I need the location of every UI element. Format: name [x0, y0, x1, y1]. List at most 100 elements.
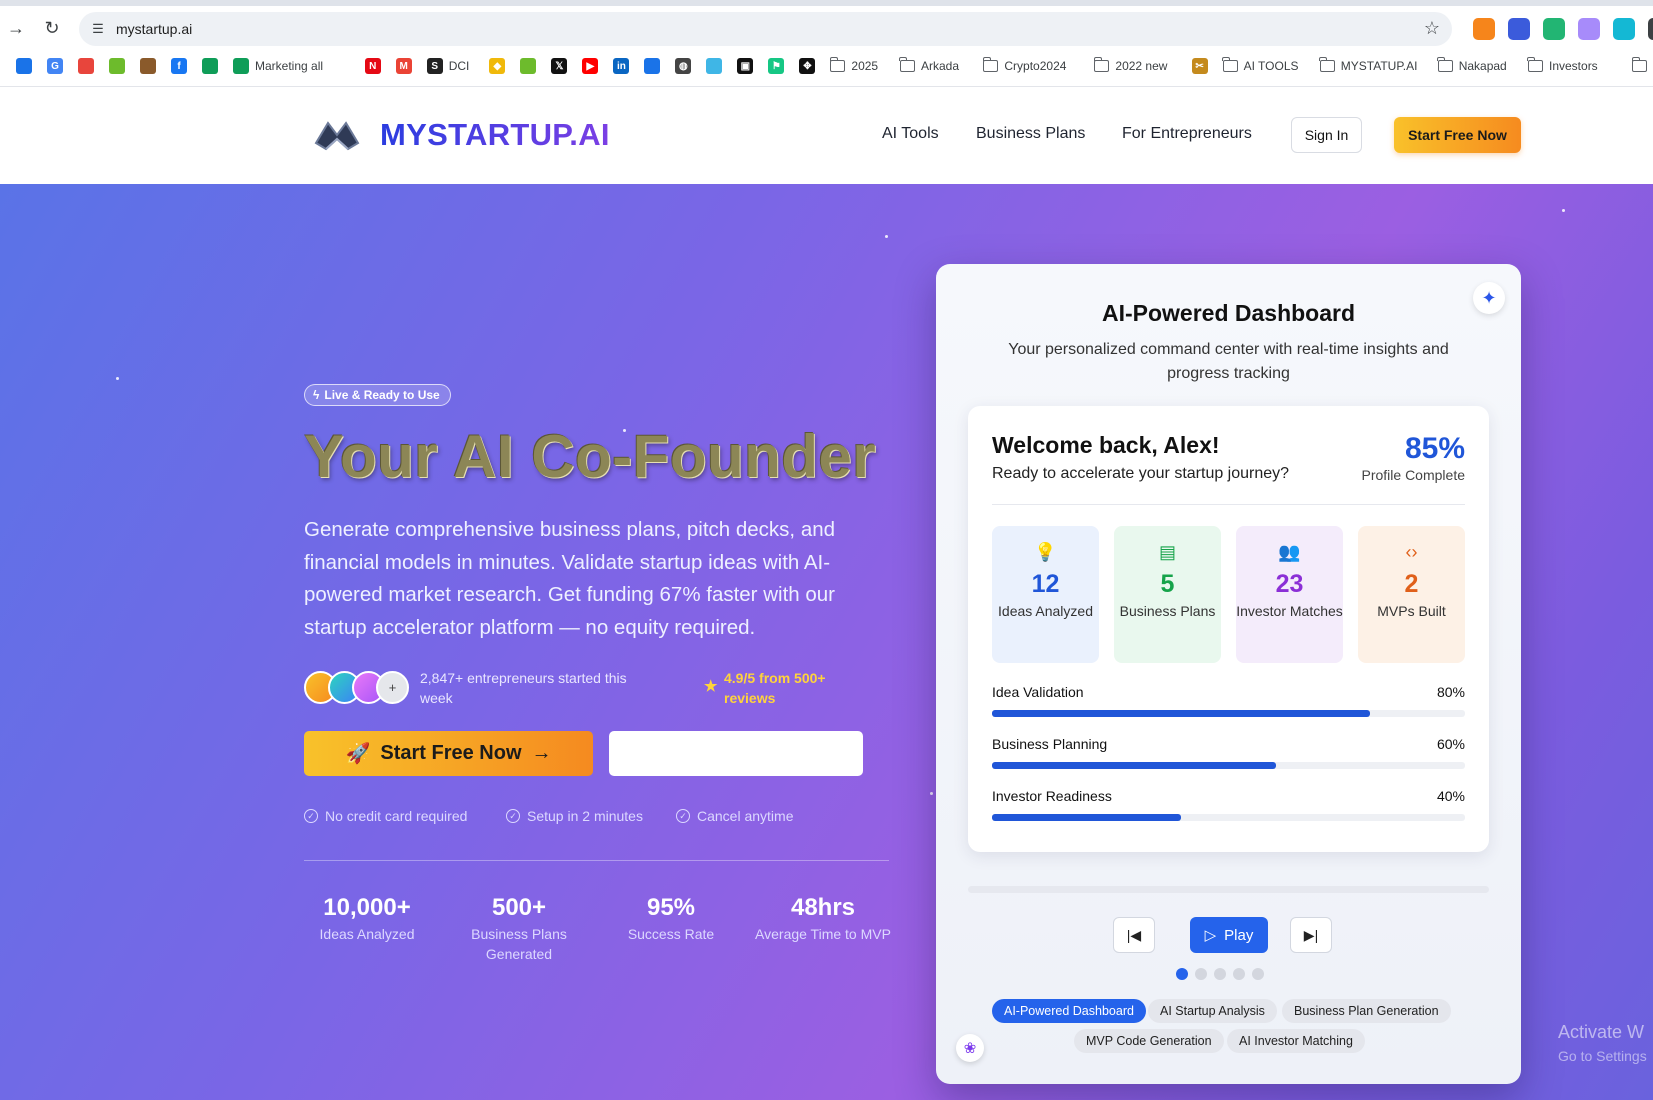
browser-chrome: → ↻ ☰ mystartup.ai ☆ Gf Marketing all N M S D…	[0, 0, 1653, 87]
bookmark-item[interactable]: 2025	[829, 55, 878, 77]
bookmark-item[interactable]: AI TOOLS	[1221, 55, 1299, 77]
secondary-cta-button[interactable]	[609, 731, 863, 776]
assurance-item: ✓ Cancel anytime	[676, 808, 794, 824]
bookmark-item[interactable]: Nakapad	[1437, 55, 1507, 77]
bookmark-item[interactable]: ⚑	[768, 55, 785, 77]
star-dot	[1562, 209, 1565, 212]
bookmark-item[interactable]	[78, 55, 94, 77]
play-button[interactable]: ▷ Play	[1190, 917, 1268, 953]
assurance-label: Cancel anytime	[697, 808, 794, 824]
slide-indicator-dot[interactable]	[1233, 968, 1245, 980]
sign-in-button[interactable]: Sign In	[1291, 117, 1362, 153]
stat-value: 10,000+	[323, 894, 411, 921]
slide-indicator-dot[interactable]	[1252, 968, 1264, 980]
bookmark-item[interactable]	[644, 55, 661, 77]
star-dot	[885, 235, 888, 238]
star-dot	[930, 792, 933, 795]
progress-value: 80%	[1436, 684, 1465, 700]
bookmark-item[interactable]	[109, 55, 125, 77]
bookmark-item[interactable]	[520, 55, 537, 77]
bookmark-item[interactable]	[140, 55, 156, 77]
green-bird-icon	[109, 58, 125, 74]
c-icon[interactable]	[1613, 18, 1635, 40]
gmail-icon: M	[395, 58, 412, 74]
address-bar[interactable]: ☰ mystartup.ai ☆	[79, 12, 1452, 46]
drive-icon	[644, 58, 661, 74]
folder-icon	[1221, 57, 1238, 72]
hero-title: Your AI Co-Founder	[304, 423, 877, 490]
bookmark-item[interactable]: ◆	[489, 55, 506, 77]
brand-name[interactable]: MYSTARTUP.AI	[380, 117, 610, 153]
slide-indicator-dot[interactable]	[1214, 968, 1226, 980]
bookmark-item[interactable]	[706, 55, 723, 77]
nav-ai-tools[interactable]: AI Tools	[882, 125, 939, 143]
slide-indicator-dot[interactable]	[1176, 968, 1188, 980]
profile-label: Profile Complete	[1361, 467, 1466, 483]
robot-icon[interactable]	[1543, 18, 1565, 40]
bookmark-item[interactable]: Hackath	[1631, 55, 1653, 77]
brain-icon[interactable]: ❀	[956, 1034, 984, 1062]
puzzle-icon[interactable]	[1648, 18, 1653, 40]
progress-fill	[992, 710, 1371, 717]
bookmark-item[interactable]	[16, 55, 32, 77]
bookmark-item[interactable]: MYSTATUP.AI	[1319, 55, 1417, 77]
feature-chip[interactable]: MVP Code Generation	[1074, 1029, 1224, 1053]
site-settings-icon[interactable]: ☰	[89, 20, 107, 38]
feature-chip[interactable]: AI Investor Matching	[1227, 1029, 1365, 1053]
reload-button[interactable]: ↻	[36, 10, 68, 46]
bookmark-item[interactable]: N	[364, 55, 381, 77]
nav-business-plans[interactable]: Business Plans	[976, 125, 1085, 143]
bookmark-label: Marketing all	[255, 59, 324, 73]
bookmark-item[interactable]: ◍	[675, 55, 692, 77]
bookmark-item[interactable]	[202, 55, 218, 77]
bookmark-item[interactable]: ✥	[799, 55, 816, 77]
progress-track	[992, 710, 1465, 717]
stat-success: 95% Success Rate	[601, 894, 741, 944]
next-button[interactable]: ▶|	[1290, 917, 1332, 953]
stat-tile: ‹› 2 MVPs Built	[1358, 526, 1465, 663]
bookmark-item[interactable]: Investors	[1527, 55, 1598, 77]
tile-label: Business Plans	[1119, 603, 1216, 619]
bookmark-item[interactable]: in	[613, 55, 630, 77]
start-free-nav-button[interactable]: Start Free Now	[1394, 117, 1521, 153]
dashboard-subtitle: Your personalized command center with re…	[1008, 341, 1449, 382]
bookmark-item[interactable]: 𝕏	[551, 55, 568, 77]
facebook-icon: f	[171, 58, 187, 74]
avatar-more: +	[376, 671, 409, 704]
bookmark-item[interactable]: ✂	[1191, 55, 1208, 77]
shield-icon[interactable]	[1508, 18, 1530, 40]
logo-icon[interactable]	[312, 113, 362, 159]
start-free-button[interactable]: 🚀 Start Free Now →	[304, 731, 593, 776]
lightning-icon: ϟ	[313, 388, 320, 402]
bookmark-item[interactable]: S DCI	[426, 55, 469, 77]
live-badge: ϟ Live & Ready to Use	[304, 384, 451, 406]
social-proof-text: 2,847+ entrepreneurs started this week	[420, 670, 627, 706]
bookmark-star-icon[interactable]: ☆	[1424, 18, 1440, 39]
live-badge-label: Live & Ready to Use	[324, 388, 440, 402]
feature-chip[interactable]: Business Plan Generation	[1282, 999, 1451, 1023]
progress-track	[992, 762, 1465, 769]
bookmark-item[interactable]: ▣	[737, 55, 754, 77]
slide-indicator-dot[interactable]	[1195, 968, 1207, 980]
bookmark-item[interactable]: 2022 new	[1093, 55, 1167, 77]
feature-chip[interactable]: AI-Powered Dashboard	[992, 999, 1146, 1023]
previous-button[interactable]: |◀	[1113, 917, 1155, 953]
notion-icon: ▣	[737, 58, 754, 74]
slide-progress-track[interactable]	[968, 886, 1489, 893]
divider	[304, 860, 889, 861]
bookmark-item[interactable]: Crypto2024	[982, 55, 1066, 77]
fox-icon[interactable]	[1473, 18, 1495, 40]
netflix-icon: N	[364, 58, 381, 74]
nav-for-entrepreneurs[interactable]: For Entrepreneurs	[1122, 125, 1252, 143]
forward-button[interactable]: →	[0, 10, 32, 46]
bookmark-item[interactable]: f	[171, 55, 187, 77]
bookmark-item[interactable]: Marketing all	[233, 55, 323, 77]
bookmark-item[interactable]: ▶	[582, 55, 599, 77]
bookmark-item[interactable]: G	[47, 55, 63, 77]
bookmark-item[interactable]: M	[395, 55, 412, 77]
progress-label: Idea Validation	[992, 684, 1084, 700]
ghost-icon[interactable]	[1578, 18, 1600, 40]
feature-chip[interactable]: AI Startup Analysis	[1148, 999, 1277, 1023]
bookmark-item[interactable]: Arkada	[899, 55, 959, 77]
youtube-icon: ▶	[582, 58, 599, 74]
